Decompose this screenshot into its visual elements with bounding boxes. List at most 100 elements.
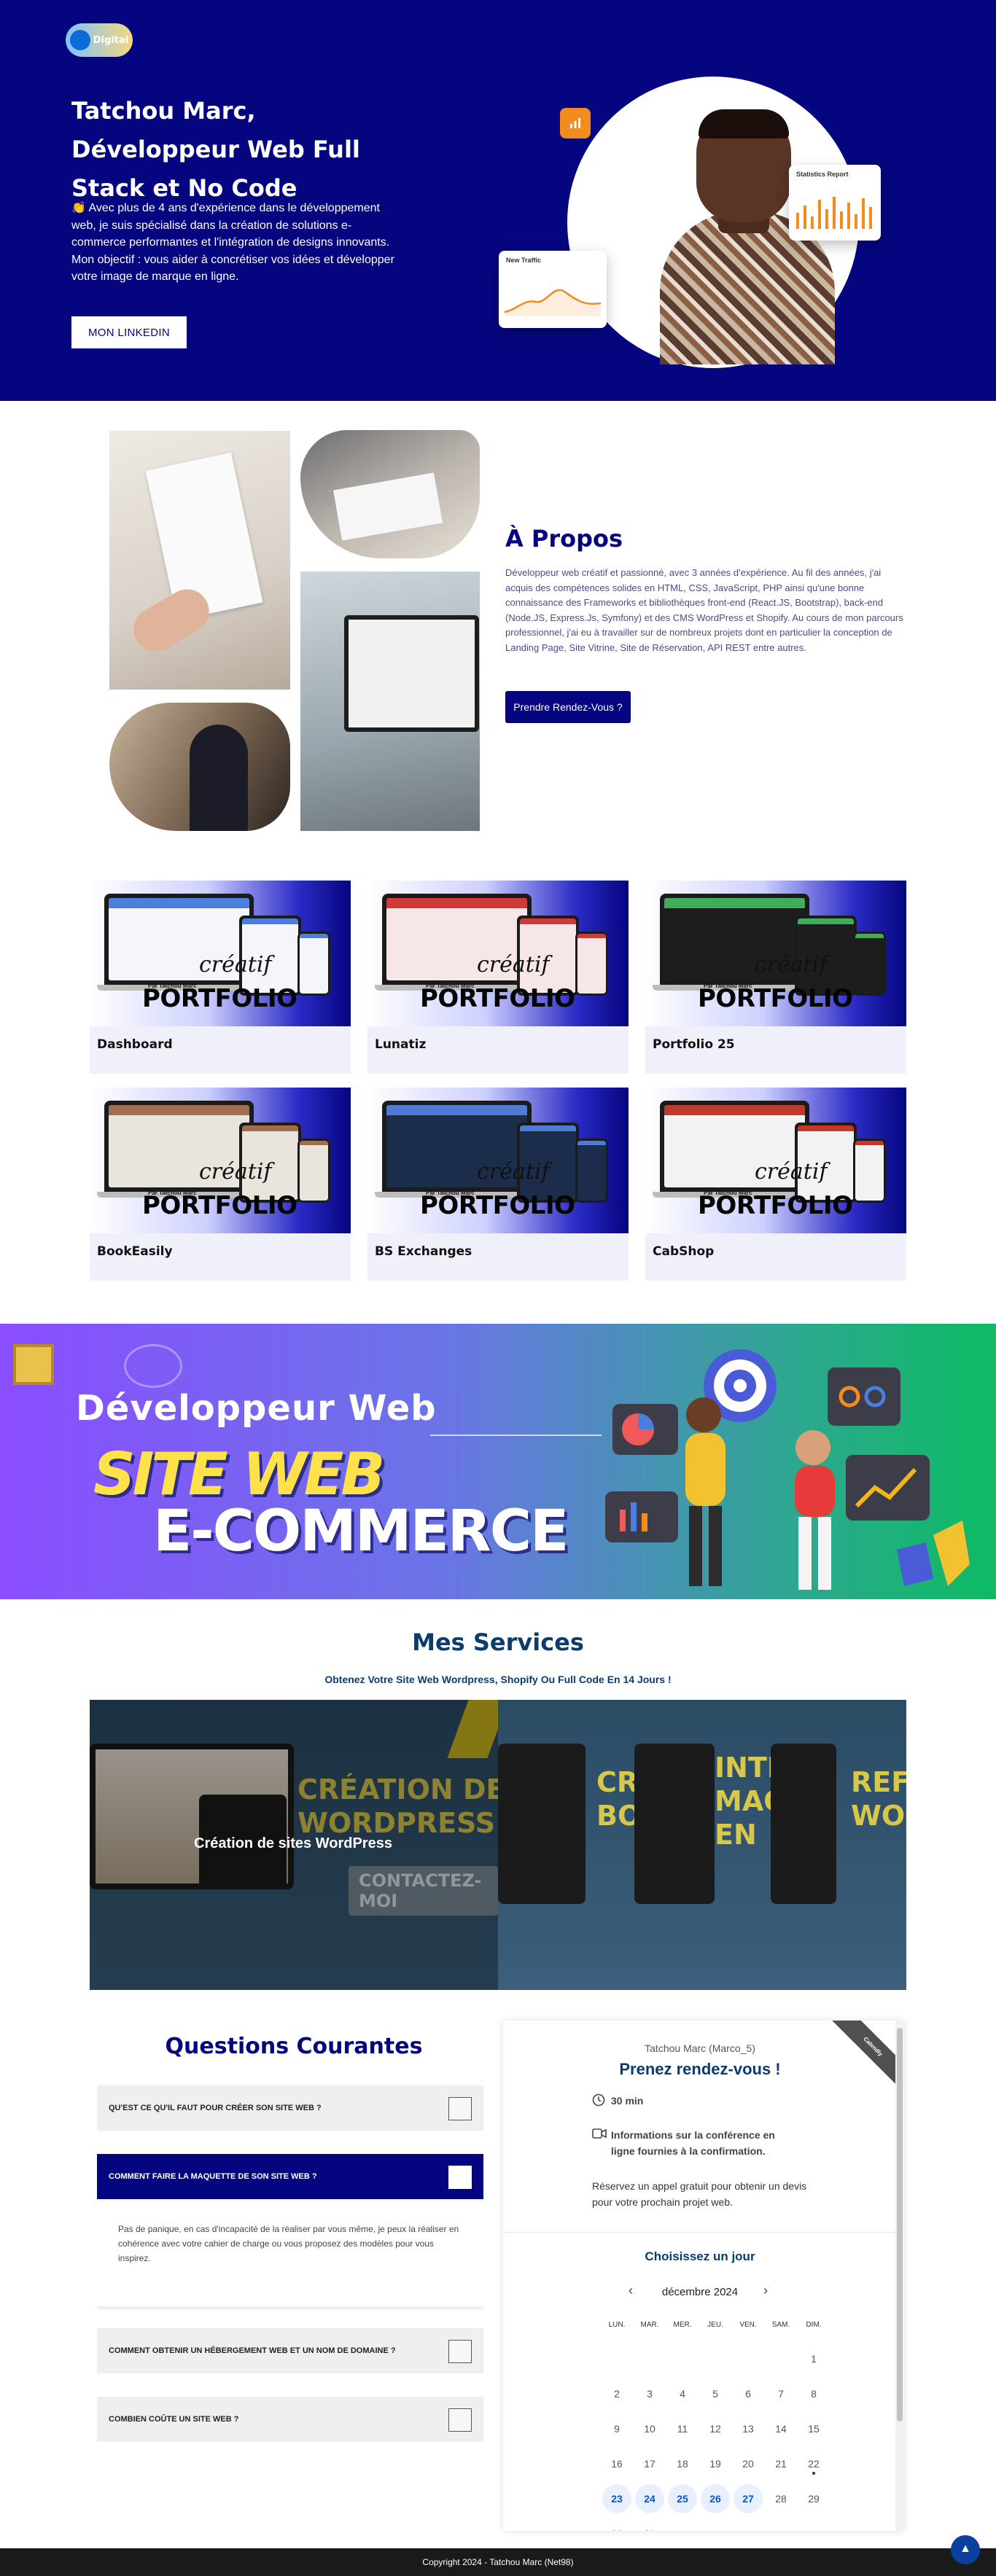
portfolio-script-text: créatif — [755, 1159, 828, 1184]
hero-intro: 👏 Avec plus de 4 ans d'expérience dans l… — [71, 202, 394, 283]
next-month-icon[interactable]: › — [763, 2283, 768, 2298]
banner-title: Développeur Web — [76, 1388, 437, 1429]
faq-toggle-icon[interactable] — [448, 2340, 472, 2363]
faq-answer: Pas de panique, en cas d'incapacité de l… — [118, 2224, 459, 2263]
faq-toggle-icon[interactable] — [448, 2408, 472, 2432]
portfolio-card[interactable]: créatif Par Tatchou Marc PORTFOLIO Dashboar… — [90, 881, 351, 1074]
calendar-day-available[interactable]: 23 — [602, 2484, 631, 2513]
portfolio-card[interactable]: créatif Par Tatchou Marc PORTFOLIO CabShop — [645, 1088, 906, 1281]
footer-copyright: Copyright 2024 - Tatchou Marc (Net98) — [422, 2557, 574, 2567]
portfolio-card[interactable]: créatif Par Tatchou Marc PORTFOLIO BookEasi… — [90, 1088, 351, 1281]
faq-question: COMMENT FAIRE LA MAQUETTE DE SON SITE WE… — [109, 2172, 317, 2181]
faq-toggle-icon[interactable] — [448, 2166, 472, 2189]
service-slide-wordpress[interactable]: CRÉATION DE SI WORDPRESS CONTACTEZ-MOI C… — [90, 1700, 498, 1990]
calendar-day-available[interactable]: 24 — [635, 2484, 664, 2513]
calendar-day: 21 — [775, 2458, 787, 2470]
site-footer: Copyright 2024 - Tatchou Marc (Net98) — [0, 2548, 996, 2576]
phone-mockup — [575, 1139, 608, 1203]
faq-item-open[interactable]: COMMENT FAIRE LA MAQUETTE DE SON SITE WE… — [97, 2154, 483, 2199]
portfolio-thumbnail[interactable]: créatif Par Tatchou Marc PORTFOLIO — [645, 1088, 906, 1233]
calendar-day: 1 — [811, 2353, 817, 2365]
services-title: Mes Services — [412, 1628, 584, 1656]
weekday-label: LUN. — [608, 2321, 626, 2329]
calendar-day: 10 — [644, 2423, 655, 2435]
slide-heading: REFO WO — [851, 1766, 906, 1832]
portfolio-label[interactable]: Portfolio 25 — [653, 1037, 735, 1052]
about-image-office — [109, 703, 290, 831]
phone-mockup — [853, 1139, 886, 1203]
portfolio-script-text: créatif — [199, 952, 272, 977]
portfolio-label[interactable]: BookEasily — [97, 1244, 173, 1259]
calendly-duration: 30 min — [611, 2095, 644, 2107]
analytics-icon — [560, 108, 591, 138]
calendly-description: Réservez un appel gratuit pour obtenir u… — [592, 2180, 807, 2208]
portfolio-word: PORTFOLIO — [420, 1191, 575, 1220]
calendar-day: 6 — [745, 2388, 751, 2400]
back-to-top-icon[interactable]: ▲ — [951, 2535, 980, 2564]
calendar-day: 20 — [742, 2458, 754, 2470]
portfolio-thumbnail[interactable]: créatif Par Tatchou Marc PORTFOLIO — [90, 881, 351, 1026]
calendar-day-available[interactable]: 26 — [701, 2484, 730, 2513]
calendar-day: 15 — [808, 2423, 820, 2435]
site-logo[interactable]: Digital — [66, 23, 133, 57]
calendar-day: 18 — [677, 2458, 688, 2470]
phone-mockup — [297, 1139, 330, 1203]
calendar-day-available[interactable]: 27 — [734, 2484, 763, 2513]
calendly-ribbon[interactable]: Calendly — [827, 2021, 904, 2093]
service-slide-shop[interactable]: CR BOUT — [498, 1700, 634, 1990]
portfolio-thumbnail[interactable]: créatif Par Tatchou Marc PORTFOLIO — [645, 881, 906, 1026]
portfolio-word: PORTFOLIO — [698, 1191, 853, 1220]
calendar-day: 8 — [811, 2388, 817, 2400]
ecommerce-banner: Développeur Web SITE WEB E-COMMERCE — [0, 1324, 996, 1599]
calendly-scrollbar[interactable] — [895, 2021, 904, 2531]
portfolio-label[interactable]: CabShop — [653, 1244, 714, 1259]
portfolio-thumbnail[interactable]: créatif Par Tatchou Marc PORTFOLIO — [367, 881, 629, 1026]
faq-toggle-icon[interactable] — [448, 2097, 472, 2120]
about-text: Développeur web créatif et passionné, av… — [505, 567, 903, 653]
portrait-hair — [699, 109, 789, 138]
book-appointment-button[interactable]: Prendre Rendez-Vous ? — [505, 691, 631, 723]
calendar-day: 22 — [799, 2449, 828, 2478]
calendar-day: 2 — [614, 2388, 620, 2400]
service-slide-integration[interactable]: INTÉ MAQ EN — [634, 1700, 771, 1990]
services-subtitle: Obtenez Votre Site Web Wordpress, Shopif… — [324, 1674, 672, 1685]
calendar-day: 4 — [680, 2388, 685, 2400]
faq-item[interactable]: QU'EST CE QU'IL FAUT POUR CRÉER SON SITE… — [97, 2085, 483, 2131]
portfolio-card[interactable]: créatif Par Tatchou Marc PORTFOLIO Lunatiz — [367, 881, 629, 1074]
weekday-label: SAM. — [771, 2321, 790, 2329]
faq-answer-shadow — [97, 2303, 483, 2306]
faq-question: COMBIEN COÛTE UN SITE WEB ? — [109, 2415, 239, 2424]
portfolio-word: PORTFOLIO — [420, 984, 575, 1013]
calendar-day: 12 — [709, 2423, 721, 2435]
about-image-meeting — [300, 430, 480, 558]
traffic-card-title: New Traffic — [506, 257, 542, 264]
calendly-divider — [503, 2232, 895, 2233]
video-icon — [592, 2128, 607, 2139]
portfolio-label[interactable]: BS Exchanges — [375, 1244, 472, 1259]
portfolio-card[interactable]: créatif Par Tatchou Marc PORTFOLIO Portfoli… — [645, 881, 906, 1074]
phone-mockup — [575, 932, 608, 996]
portfolio-card[interactable]: créatif Par Tatchou Marc PORTFOLIO BS Excha… — [367, 1088, 629, 1281]
service-slide-redesign[interactable]: REFO WO — [771, 1700, 906, 1990]
portfolio-thumbnail[interactable]: créatif Par Tatchou Marc PORTFOLIO — [90, 1088, 351, 1233]
calendar-day-available[interactable]: 25 — [668, 2484, 697, 2513]
faq-item[interactable]: COMBIEN COÛTE UN SITE WEB ? — [97, 2397, 483, 2442]
services-slider[interactable]: CRÉATION DE SI WORDPRESS CONTACTEZ-MOI C… — [90, 1700, 906, 1990]
portfolio-label[interactable]: Dashboard — [97, 1037, 173, 1052]
calendar-day: 16 — [611, 2458, 623, 2470]
portfolio-thumbnail[interactable]: créatif Par Tatchou Marc PORTFOLIO — [367, 1088, 629, 1233]
portfolio-word: PORTFOLIO — [142, 1191, 297, 1220]
portfolio-script-text: créatif — [199, 1159, 272, 1184]
calendly-widget[interactable]: Calendly Tatchou Marc (Marco_5) Prenez r… — [503, 2021, 904, 2531]
statistics-card: Statistics Report — [789, 165, 881, 241]
calendly-scroll-thumb[interactable] — [897, 2028, 903, 2421]
portfolio-label[interactable]: Lunatiz — [375, 1037, 426, 1052]
hero-section: Digital Tatchou Marc, Développeur Web Fu… — [0, 0, 996, 401]
faq-question: COMMENT OBTENIR UN HÉBERGEMENT WEB ET UN… — [109, 2346, 396, 2355]
linkedin-button[interactable]: MON LINKEDIN — [71, 316, 187, 348]
calendar-day: 28 — [775, 2493, 787, 2505]
calendar-day: 14 — [775, 2423, 787, 2435]
faq-question: QU'EST CE QU'IL FAUT POUR CRÉER SON SITE… — [109, 2104, 322, 2112]
faq-item[interactable]: COMMENT OBTENIR UN HÉBERGEMENT WEB ET UN… — [97, 2328, 483, 2373]
calendar-day: 29 — [808, 2493, 820, 2505]
